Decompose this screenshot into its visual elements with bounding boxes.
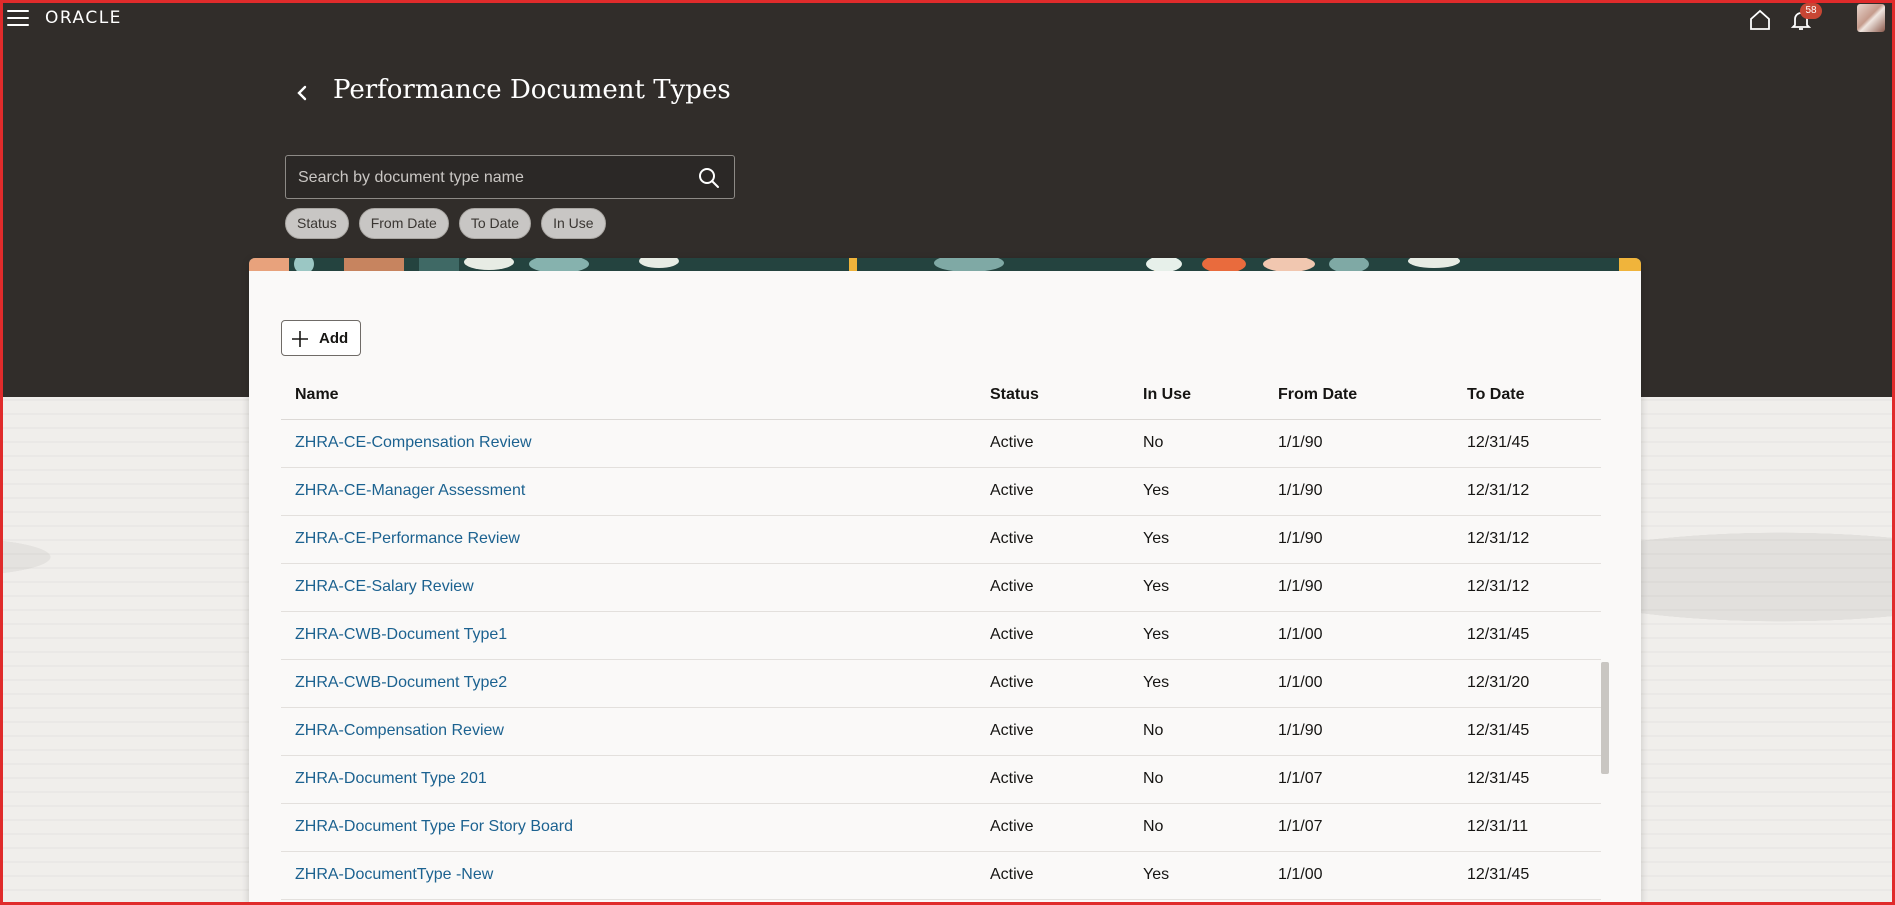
- status-cell: Active: [990, 626, 1034, 643]
- filter-chips: Status From Date To Date In Use: [285, 208, 606, 239]
- table-row[interactable]: ZHRA-DocumentType -New Active Yes 1/1/00 12/…: [281, 852, 1601, 900]
- column-header-status[interactable]: Status: [990, 386, 1039, 404]
- table-row[interactable]: ZHRA-CE-Compensation Review Active No 1/1/9…: [281, 420, 1601, 468]
- in-use-cell: No: [1143, 770, 1164, 787]
- in-use-cell: Yes: [1143, 626, 1170, 643]
- filter-chip-in-use[interactable]: In Use: [541, 208, 606, 239]
- to-date-cell: 12/31/45: [1467, 722, 1530, 739]
- status-cell: Active: [990, 866, 1034, 883]
- from-date-cell: 1/1/90: [1278, 482, 1323, 499]
- in-use-cell: No: [1143, 722, 1164, 739]
- filter-chip-to-date[interactable]: To Date: [458, 208, 532, 239]
- from-date-cell: 1/1/90: [1278, 530, 1323, 547]
- from-date-cell: 1/1/90: [1278, 578, 1323, 595]
- search-input[interactable]: [298, 166, 678, 190]
- table-row[interactable]: ZHRA-CE-Performance Review Active Yes 1/1/9…: [281, 516, 1601, 564]
- from-date-cell: 1/1/00: [1278, 866, 1323, 883]
- document-type-link[interactable]: ZHRA-CE-Salary Review: [295, 578, 474, 596]
- to-date-cell: 12/31/45: [1467, 866, 1530, 883]
- page-title: Performance Document Types: [333, 75, 731, 105]
- in-use-cell: No: [1143, 818, 1164, 835]
- column-header-from-date[interactable]: From Date: [1278, 386, 1357, 404]
- content-card: Add Name Status In Use From Date To Date…: [249, 258, 1641, 905]
- add-button[interactable]: Add: [281, 320, 361, 356]
- document-type-link[interactable]: ZHRA-CE-Compensation Review: [295, 434, 532, 452]
- to-date-cell: 12/31/45: [1467, 434, 1530, 451]
- to-date-cell: 12/31/12: [1467, 482, 1530, 499]
- status-cell: Active: [990, 482, 1034, 499]
- table-row[interactable]: ZHRA-CWB-Document Type2 Active Yes 1/1/00 12…: [281, 660, 1601, 708]
- scrollbar-thumb[interactable]: [1601, 662, 1609, 774]
- user-avatar[interactable]: [1857, 4, 1885, 32]
- search-icon[interactable]: [697, 166, 721, 190]
- table-row[interactable]: ZHRA-Document Type For Story Board Active…: [281, 804, 1601, 852]
- filter-chip-from-date[interactable]: From Date: [358, 208, 449, 239]
- status-cell: Active: [990, 770, 1034, 787]
- column-header-in-use[interactable]: In Use: [1143, 386, 1191, 404]
- document-type-link[interactable]: ZHRA-CWB-Document Type2: [295, 674, 507, 692]
- in-use-cell: Yes: [1143, 482, 1170, 499]
- notification-badge: 58: [1800, 3, 1822, 19]
- hamburger-icon[interactable]: [7, 10, 29, 28]
- to-date-cell: 12/31/45: [1467, 626, 1530, 643]
- status-cell: Active: [990, 578, 1034, 595]
- to-date-cell: 12/31/45: [1467, 770, 1530, 787]
- document-type-link[interactable]: ZHRA-Document Type 201: [295, 770, 487, 788]
- top-navigation-bar: ORACLE 58: [0, 0, 1895, 40]
- document-type-link[interactable]: ZHRA-CE-Performance Review: [295, 530, 520, 548]
- from-date-cell: 1/1/00: [1278, 674, 1323, 691]
- filter-chip-status[interactable]: Status: [285, 208, 349, 239]
- table-header: Name Status In Use From Date To Date: [281, 370, 1601, 420]
- table-row[interactable]: ZHRA-Document Type 201 Active No 1/1/07 12/3…: [281, 756, 1601, 804]
- from-date-cell: 1/1/07: [1278, 770, 1323, 787]
- status-cell: Active: [990, 434, 1034, 451]
- from-date-cell: 1/1/90: [1278, 434, 1323, 451]
- document-type-link[interactable]: ZHRA-Document Type For Story Board: [295, 818, 573, 836]
- chevron-left-icon[interactable]: [290, 80, 316, 106]
- from-date-cell: 1/1/00: [1278, 626, 1323, 643]
- column-header-name[interactable]: Name: [295, 386, 339, 404]
- table-row[interactable]: ZHRA-CE-Salary Review Active Yes 1/1/90 12/3…: [281, 564, 1601, 612]
- in-use-cell: Yes: [1143, 530, 1170, 547]
- document-type-link[interactable]: ZHRA-CWB-Document Type1: [295, 626, 507, 644]
- status-cell: Active: [990, 674, 1034, 691]
- from-date-cell: 1/1/07: [1278, 818, 1323, 835]
- plus-icon: [292, 331, 308, 347]
- add-button-label: Add: [319, 330, 349, 347]
- decorative-banner: [249, 258, 1641, 271]
- home-icon[interactable]: [1748, 8, 1772, 32]
- in-use-cell: Yes: [1143, 578, 1170, 595]
- status-cell: Active: [990, 722, 1034, 739]
- in-use-cell: No: [1143, 434, 1164, 451]
- table-body: ZHRA-CE-Compensation Review Active No 1/1/9…: [281, 420, 1601, 900]
- document-type-link[interactable]: ZHRA-Compensation Review: [295, 722, 504, 740]
- oracle-logo: ORACLE: [45, 8, 122, 28]
- in-use-cell: Yes: [1143, 866, 1170, 883]
- from-date-cell: 1/1/90: [1278, 722, 1323, 739]
- table-row[interactable]: ZHRA-CE-Manager Assessment Active Yes 1/1/9…: [281, 468, 1601, 516]
- status-cell: Active: [990, 818, 1034, 835]
- to-date-cell: 12/31/11: [1467, 818, 1529, 835]
- document-type-link[interactable]: ZHRA-DocumentType -New: [295, 866, 493, 884]
- column-header-to-date[interactable]: To Date: [1467, 386, 1524, 404]
- table-row[interactable]: ZHRA-Compensation Review Active No 1/1/90 12…: [281, 708, 1601, 756]
- to-date-cell: 12/31/12: [1467, 578, 1530, 595]
- document-type-link[interactable]: ZHRA-CE-Manager Assessment: [295, 482, 525, 500]
- table-row[interactable]: ZHRA-CWB-Document Type1 Active Yes 1/1/00 12…: [281, 612, 1601, 660]
- to-date-cell: 12/31/12: [1467, 530, 1530, 547]
- to-date-cell: 12/31/20: [1467, 674, 1530, 691]
- in-use-cell: Yes: [1143, 674, 1170, 691]
- search-field[interactable]: [285, 155, 735, 199]
- status-cell: Active: [990, 530, 1034, 547]
